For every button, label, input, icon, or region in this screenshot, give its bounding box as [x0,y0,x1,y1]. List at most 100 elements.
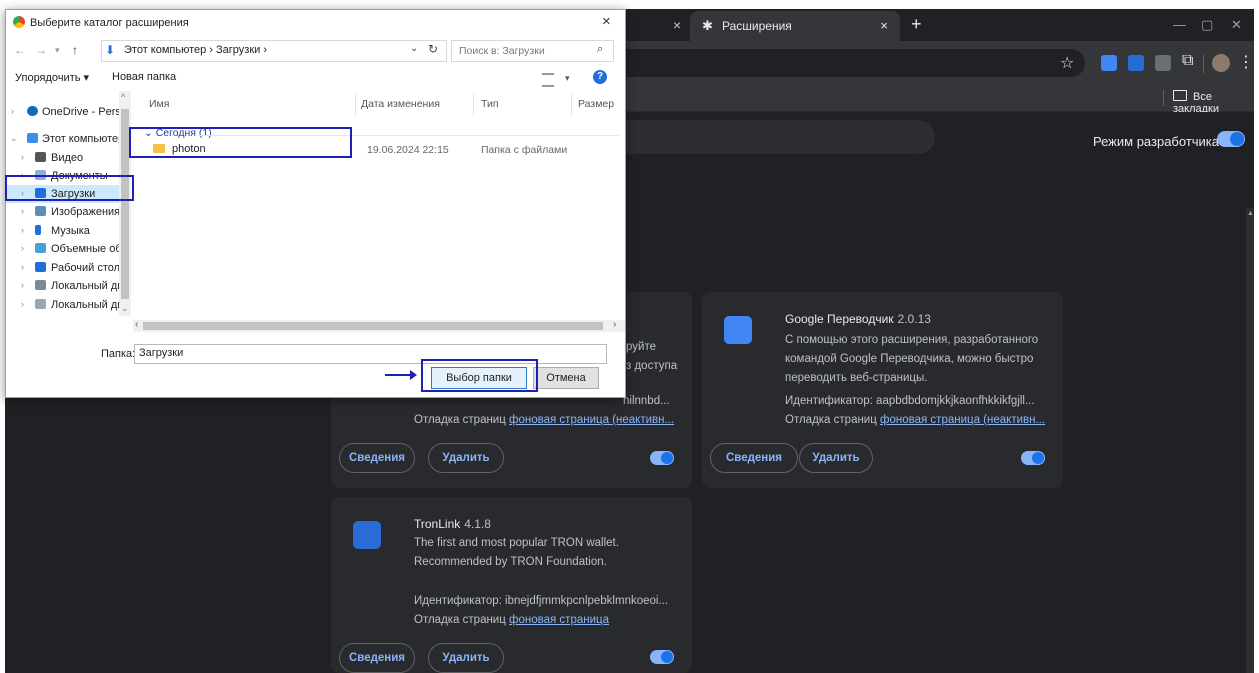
column-header-name[interactable]: Имя [149,98,169,110]
chrome-icon [13,16,25,28]
inspect-views-label: Отладка страниц [785,414,877,426]
tree-item-3d-objects[interactable]: › Объемные объ [6,240,131,258]
tree-scrollbar[interactable]: ^ ⌄ [119,91,131,316]
folder-value: Загрузки [139,347,184,359]
drive-icon [35,280,46,290]
page-scrollbar[interactable]: ▲ [1246,208,1254,673]
scroll-right-icon[interactable]: › [613,319,616,330]
column-header-date[interactable]: Дата изменения [361,98,440,110]
chevron-right-icon[interactable]: › [21,243,24,253]
highlight-photon-folder [129,127,352,158]
tab-title: Расширения [722,19,792,33]
background-page-link[interactable]: фоновая страница [509,614,609,626]
chevron-right-icon[interactable]: › [21,262,24,272]
chevron-down-icon[interactable]: ⌄ [10,133,18,144]
cancel-button[interactable]: Отмена [533,367,599,389]
window-close-icon[interactable]: ✕ [1231,17,1242,33]
chevron-right-icon[interactable]: › [21,280,24,290]
up-arrow-icon[interactable]: ↑ [72,43,78,57]
extensions-menu-icon[interactable]: ⧉ [1182,52,1193,70]
translate-extension-icon[interactable] [1101,55,1117,71]
organize-button[interactable]: Упорядочить ▾ [15,71,89,84]
kebab-menu-icon[interactable]: ⋮ [1238,52,1254,72]
chevron-down-icon[interactable]: ⌄ [410,43,418,54]
chevron-right-icon[interactable]: › [21,206,24,216]
tree-item-music[interactable]: › Музыка [6,222,131,240]
details-button[interactable]: Сведения [339,443,415,473]
enable-toggle[interactable] [650,451,674,465]
tab-extensions[interactable]: ✱ Расширения × [690,11,900,41]
tree-item-video[interactable]: › Видео [6,149,131,167]
new-tab-button[interactable]: + [911,14,922,35]
scroll-up-icon[interactable]: ▲ [1247,210,1254,217]
enable-toggle[interactable] [1021,451,1045,465]
bookmark-star-icon[interactable]: ☆ [1060,53,1074,73]
forward-arrow-icon[interactable]: → [35,43,47,57]
tree-item-local-disk[interactable]: › Локальный дис [6,277,131,295]
new-folder-button[interactable]: Новая папка [112,71,176,83]
bookmarks-divider [1163,90,1164,106]
file-list-scrollbar[interactable]: ‹ › [133,319,625,332]
tronlink-extension-icon[interactable] [1128,55,1144,71]
tree-item-desktop[interactable]: › Рабочий стол [6,259,131,277]
tree-item-local-disk[interactable]: › Локальный дис [6,296,131,314]
extension-name: Google Переводчик 2.0.13 [785,312,931,326]
tree-label: Изображения [51,206,121,218]
extension-icon[interactable] [1155,55,1171,71]
remove-button[interactable]: Удалить [428,643,504,673]
inspect-views: Отладка страниц фоновая страница (неакти… [414,414,674,426]
scroll-down-icon[interactable]: ⌄ [121,303,129,314]
refresh-icon[interactable]: ↻ [428,42,438,56]
extension-description: С помощью этого расширения, разработанно… [785,331,1050,388]
column-divider[interactable] [355,94,356,116]
description-line: The first and most popular TRON wallet. [414,537,619,549]
chevron-right-icon[interactable]: › [21,225,24,235]
tree-label: OneDrive - Person [42,106,131,118]
column-divider[interactable] [473,94,474,116]
column-header-size[interactable]: Размер [578,98,614,110]
chevron-right-icon[interactable]: › [11,106,14,116]
back-arrow-icon[interactable]: ← [14,43,26,57]
scrollbar-thumb[interactable] [143,322,603,330]
chevron-right-icon[interactable]: › [21,299,24,309]
details-button[interactable]: Сведения [710,443,798,473]
search-icon: ⌕ [597,43,604,55]
tree-item-this-pc[interactable]: ⌄ Этот компьютер [6,130,131,148]
close-tab-button[interactable]: × [673,17,681,33]
view-dropdown-icon[interactable]: ▾ [565,73,570,84]
dialog-titlebar: Выберите каталог расширения × [6,10,625,36]
highlight-downloads-item [5,175,134,201]
description-line: С помощью этого расширения, разработанно… [785,334,1039,346]
help-icon[interactable]: ? [593,70,607,84]
details-button[interactable]: Сведения [339,643,415,673]
cloud-icon [27,106,38,116]
dialog-close-button[interactable]: × [602,13,611,30]
scroll-left-icon[interactable]: ‹ [135,319,138,330]
maximize-icon[interactable]: ▢ [1201,17,1213,33]
background-page-link[interactable]: фоновая страница (неактивн... [509,414,674,426]
column-header-type[interactable]: Тип [481,98,499,110]
view-options-icon[interactable] [542,73,554,87]
breadcrumb[interactable]: Этот компьютер › Загрузки › [124,44,267,56]
scrollbar-thumb[interactable] [121,109,129,299]
search-placeholder: Поиск в: Загрузки [459,45,545,57]
remove-button[interactable]: Удалить [428,443,504,473]
minimize-icon[interactable]: — [1173,17,1186,32]
column-divider[interactable] [571,94,572,116]
address-box[interactable]: ⬇ Этот компьютер › Загрузки › ⌄ ↻ [101,40,447,62]
close-tab-button[interactable]: × [880,18,888,33]
tree-item-pictures[interactable]: › Изображения [6,203,131,221]
tree-item-onedrive[interactable]: › OneDrive - Person [6,103,131,121]
chevron-right-icon[interactable]: › [21,152,24,162]
search-box[interactable]: Поиск в: Загрузки ⌕ [451,40,614,62]
extension-id: Идентификатор: ibnejdfjmmkpcnlpebklmnkoe… [414,595,669,607]
profile-avatar[interactable] [1212,54,1230,72]
recent-dropdown-icon[interactable]: ▾ [55,45,60,56]
file-list: Имя Дата изменения Тип Размер ⌄ Сегодня … [133,90,625,316]
tree-label: Этот компьютер [42,133,125,145]
background-page-link[interactable]: фоновая страница (неактивн... [880,414,1045,426]
scroll-up-icon[interactable]: ^ [121,92,125,102]
remove-button[interactable]: Удалить [799,443,873,473]
enable-toggle[interactable] [650,650,674,664]
dev-mode-toggle[interactable] [1217,131,1245,147]
